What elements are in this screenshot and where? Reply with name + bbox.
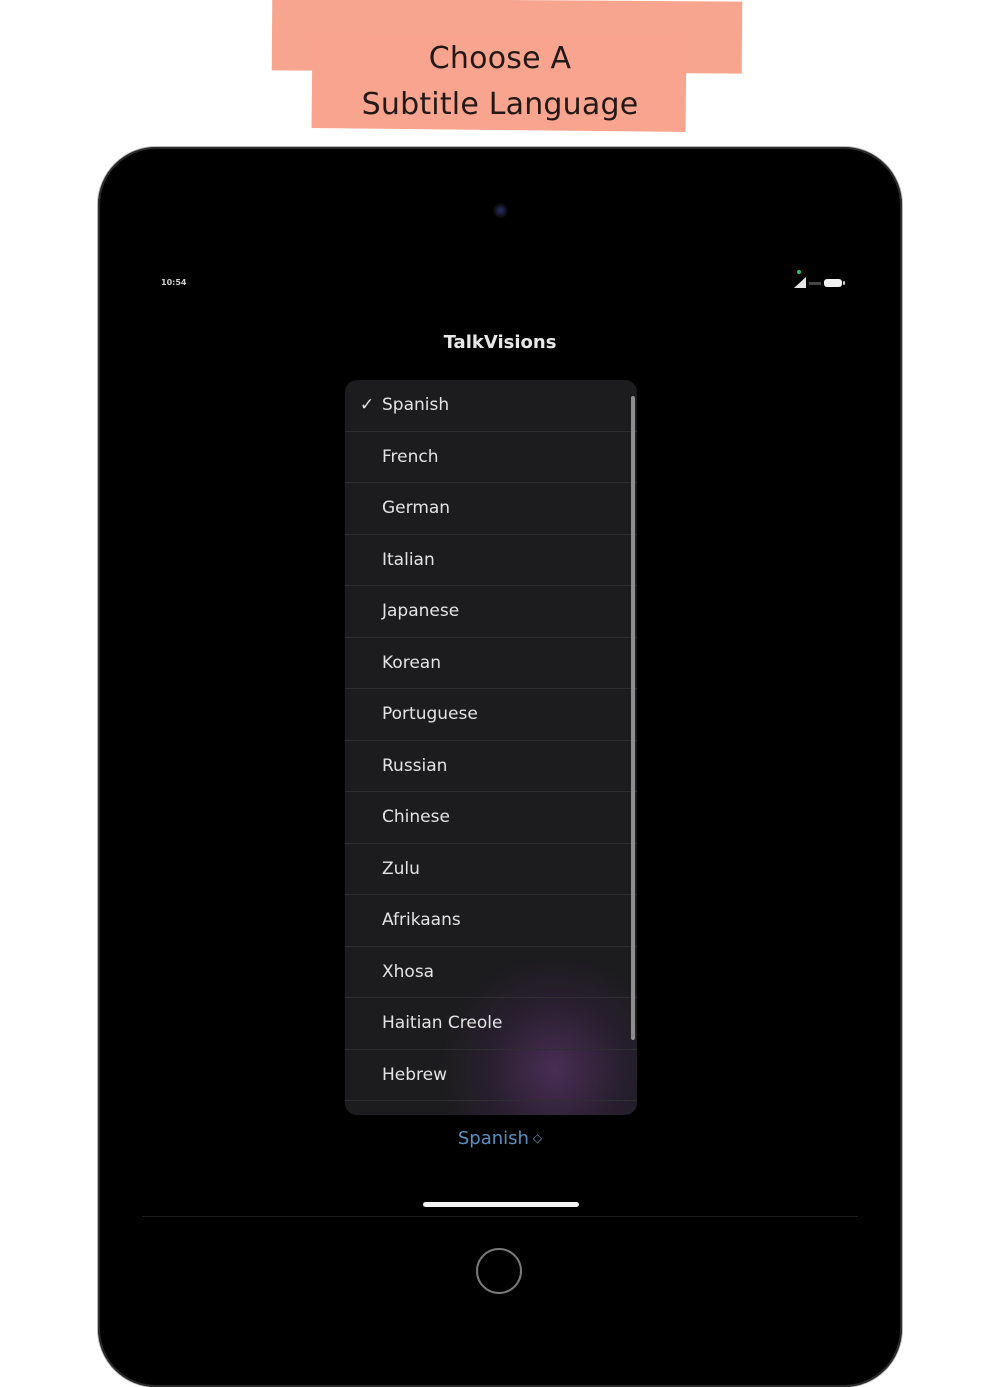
language-option-zulu[interactable]: Zulu bbox=[345, 844, 637, 895]
picker-selected-value: Spanish bbox=[457, 1128, 529, 1149]
banner-caption: Choose A Subtitle Language bbox=[280, 36, 720, 128]
language-option-korean[interactable]: Korean bbox=[345, 638, 637, 689]
language-list: ✓ Spanish French German Italian Japanese Korea… bbox=[345, 380, 637, 1101]
banner-line-1: Choose A bbox=[428, 41, 572, 76]
home-indicator-bar[interactable] bbox=[423, 1202, 579, 1207]
screen-bottom-edge bbox=[142, 1216, 858, 1217]
language-option-russian[interactable]: Russian bbox=[345, 741, 637, 792]
battery-icon bbox=[824, 279, 845, 287]
language-option-portuguese[interactable]: Portuguese bbox=[345, 689, 637, 741]
privacy-indicator-icon bbox=[797, 270, 801, 274]
language-option-label: Spanish bbox=[382, 395, 450, 416]
app-title: TalkVisions bbox=[443, 332, 557, 353]
language-option-japanese[interactable]: Japanese bbox=[345, 586, 637, 638]
language-option-italian[interactable]: Italian bbox=[345, 535, 637, 586]
language-option-label: Haitian Creole bbox=[382, 1013, 503, 1034]
language-option-label: Japanese bbox=[382, 601, 460, 622]
language-option-label: Russian bbox=[382, 755, 448, 776]
language-option-hebrew[interactable]: Hebrew bbox=[345, 1050, 637, 1101]
language-option-afrikaans[interactable]: Afrikaans bbox=[345, 895, 637, 947]
language-option-chinese[interactable]: Chinese bbox=[345, 792, 637, 844]
home-button[interactable] bbox=[476, 1248, 522, 1294]
language-option-german[interactable]: German bbox=[345, 483, 637, 535]
language-dropdown-menu: ✓ Spanish French German Italian Japanese Korea… bbox=[345, 380, 637, 1115]
language-option-label: Italian bbox=[382, 549, 435, 570]
language-option-label: Chinese bbox=[382, 807, 450, 828]
language-option-label: Korean bbox=[382, 652, 441, 673]
banner-line-2: Subtitle Language bbox=[361, 87, 639, 122]
language-option-xhosa[interactable]: Xhosa bbox=[345, 947, 637, 998]
front-camera-icon bbox=[495, 205, 506, 216]
language-option-label: Portuguese bbox=[382, 704, 478, 725]
menu-scrollbar[interactable] bbox=[631, 396, 635, 1040]
checkmark-icon: ✓ bbox=[359, 395, 375, 416]
signal-icon bbox=[794, 277, 806, 288]
language-option-label: Xhosa bbox=[382, 961, 435, 982]
chevron-up-down-icon: ◇ bbox=[532, 1131, 543, 1145]
language-option-label: Afrikaans bbox=[382, 910, 461, 931]
language-option-label: Zulu bbox=[382, 858, 420, 879]
language-option-french[interactable]: French bbox=[345, 432, 637, 483]
language-option-label: Hebrew bbox=[382, 1064, 448, 1085]
wifi-icon bbox=[809, 282, 821, 285]
language-picker-button[interactable]: Spanish ◇ bbox=[430, 1128, 570, 1149]
status-bar-time: 10:54 bbox=[161, 278, 187, 287]
language-option-label: German bbox=[382, 498, 451, 519]
status-bar-indicators bbox=[794, 270, 850, 294]
language-option-spanish[interactable]: ✓ Spanish bbox=[345, 380, 637, 432]
language-option-haitian-creole[interactable]: Haitian Creole bbox=[345, 998, 637, 1050]
language-option-label: French bbox=[382, 446, 439, 467]
